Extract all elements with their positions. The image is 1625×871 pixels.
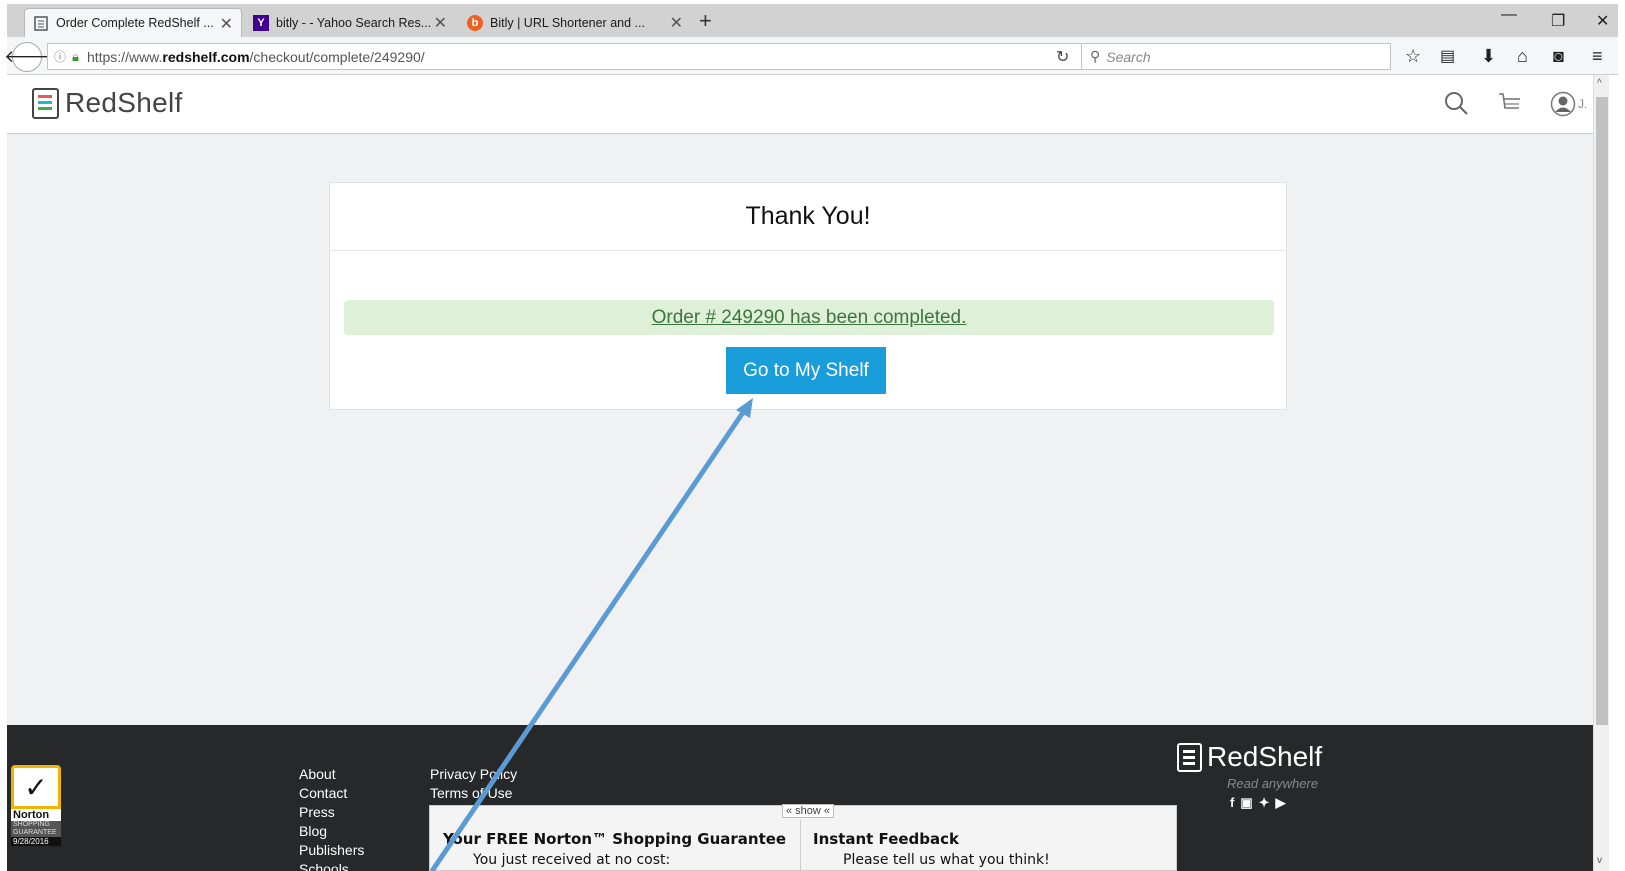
norton-guarantee-title: Your FREE Norton™ Shopping Guarantee [443, 830, 787, 848]
facebook-icon[interactable]: f [1230, 795, 1240, 810]
info-icon[interactable]: ⓘ [54, 48, 66, 65]
footer-logo-text: RedShelf [1207, 741, 1323, 772]
footer-links-col2: Privacy Policy Terms of Use [430, 765, 517, 803]
window-close-icon[interactable]: ✕ [1596, 11, 1609, 31]
feedback-text[interactable]: Please tell us what you think! [813, 852, 1050, 868]
norton-badge-text: SHOPPING GUARANTEE [11, 821, 61, 837]
confirmation-card: Thank You! Order # 249290 has been compl… [329, 182, 1287, 410]
page-content: RedShelf J. Thank You! Order # 249290 ha… [7, 75, 1609, 871]
tab-title: Order Complete RedShelf ... [56, 16, 214, 30]
url-domain: redshelf.com [162, 48, 250, 65]
bookmark-star-icon[interactable]: ☆ [1405, 46, 1421, 67]
tab-title: bitly - - Yahoo Search Res... [276, 15, 432, 30]
home-icon[interactable]: ⌂ [1517, 46, 1528, 67]
norton-feedback: Instant Feedback Please tell us what you… [813, 830, 1050, 868]
norton-guarantee: Your FREE Norton™ Shopping Guarantee You… [443, 830, 786, 868]
site-footer: ✓ Norton SHOPPING GUARANTEE 9/28/2016 Ab… [7, 725, 1593, 871]
youtube-icon[interactable]: ▶ [1276, 795, 1292, 810]
footer-link-schools[interactable]: Schools [299, 860, 364, 871]
checkmark-icon: ✓ [11, 765, 61, 809]
url-path: /checkout/complete/249290/ [249, 48, 425, 65]
new-tab-icon[interactable]: + [699, 10, 712, 32]
lock-icon: 🔒︎ [72, 48, 79, 64]
close-icon[interactable]: ✕ [670, 13, 683, 33]
linkedin-icon[interactable]: ▣ [1240, 795, 1258, 810]
url-bar[interactable]: ⓘ 🔒︎ https://www. redshelf.com/checkout/c… [47, 43, 1083, 70]
scrollbar-thumb[interactable] [1596, 97, 1608, 725]
reload-icon[interactable]: ↻ [1056, 47, 1069, 67]
footer-link-publishers[interactable]: Publishers [299, 841, 364, 860]
footer-link-privacy[interactable]: Privacy Policy [430, 765, 517, 784]
site-header: RedShelf J. [7, 75, 1609, 134]
logo-icon [1177, 742, 1202, 772]
divider [800, 820, 801, 871]
reading-list-icon[interactable]: ▤ [1440, 46, 1455, 66]
norton-date: 9/28/2016 [11, 837, 61, 846]
user-initial: J. [1578, 97, 1588, 111]
url-prefix: https://www. [86, 48, 163, 65]
footer-link-blog[interactable]: Blog [299, 822, 364, 841]
tab-title: Bitly | URL Shortener and ... [490, 15, 645, 30]
social-icons: f▣✦▶ [1230, 795, 1292, 811]
user-menu[interactable]: J. [1550, 91, 1587, 117]
redshelf-logo[interactable]: RedShelf [32, 87, 183, 119]
scroll-down-icon[interactable]: v [1597, 855, 1602, 866]
back-arrow-icon[interactable]: 🡐 [4, 42, 50, 72]
norton-brand: Norton [11, 809, 61, 821]
pocket-icon[interactable]: ◙ [1553, 46, 1564, 67]
footer-tagline: Read anywhere [1227, 776, 1319, 791]
order-message[interactable]: Order # 249290 has been completed. [652, 307, 967, 329]
scroll-up-icon[interactable]: ^ [1597, 78, 1602, 89]
footer-link-about[interactable]: About [299, 765, 364, 784]
scrollbar[interactable]: ^ v [1593, 75, 1609, 871]
cart-icon[interactable] [1497, 91, 1523, 122]
search-placeholder: Search [1106, 48, 1151, 65]
footer-logo[interactable]: RedShelf [1177, 741, 1322, 773]
close-icon[interactable]: ✕ [434, 13, 447, 33]
show-toggle[interactable]: « show « [782, 804, 835, 818]
search-input[interactable]: ⚲ Search [1081, 43, 1391, 70]
close-icon[interactable]: ✕ [220, 14, 233, 34]
page-icon [33, 15, 49, 31]
footer-link-contact[interactable]: Contact [299, 784, 364, 803]
twitter-icon[interactable]: ✦ [1259, 795, 1276, 810]
norton-badge[interactable]: ✓ Norton SHOPPING GUARANTEE 9/28/2016 [7, 765, 65, 871]
tab-yahoo[interactable]: Y bitly - - Yahoo Search Res... ✕ [245, 8, 455, 37]
footer-link-terms[interactable]: Terms of Use [430, 784, 517, 803]
tab-strip: Order Complete RedShelf ... ✕ Y bitly - … [7, 4, 1618, 37]
menu-icon[interactable]: ≡ [1592, 46, 1603, 67]
avatar-icon [1550, 91, 1576, 117]
card-title: Thank You! [330, 183, 1286, 251]
bitly-icon: b [467, 14, 483, 31]
logo-icon [32, 87, 59, 119]
search-icon: ⚲ [1090, 48, 1101, 64]
search-icon[interactable] [1444, 91, 1468, 122]
order-complete-alert: Order # 249290 has been completed. [344, 300, 1274, 335]
go-to-my-shelf-button[interactable]: Go to My Shelf [726, 347, 886, 394]
footer-link-press[interactable]: Press [299, 803, 364, 822]
yahoo-icon: Y [253, 14, 269, 31]
minimize-icon[interactable]: — [1501, 6, 1517, 24]
restore-icon[interactable]: ❐ [1551, 11, 1565, 31]
tab-redshelf[interactable]: Order Complete RedShelf ... ✕ [24, 8, 242, 37]
norton-guarantee-text: You just received at no cost: [473, 852, 671, 868]
tab-bitly[interactable]: b Bitly | URL Shortener and ... ✕ [459, 8, 691, 37]
download-icon[interactable]: ⬇ [1481, 46, 1496, 67]
browser-window: Order Complete RedShelf ... ✕ Y bitly - … [0, 0, 1625, 871]
norton-panel: « show « Your FREE Norton™ Shopping Guar… [429, 804, 1177, 871]
navigation-bar: 🡐 ⓘ 🔒︎ https://www. redshelf.com/checkout… [4, 37, 1618, 75]
feedback-title[interactable]: Instant Feedback [813, 830, 1050, 848]
footer-links-col1: About Contact Press Blog Publishers Scho… [299, 765, 364, 871]
logo-text: RedShelf [65, 87, 183, 118]
